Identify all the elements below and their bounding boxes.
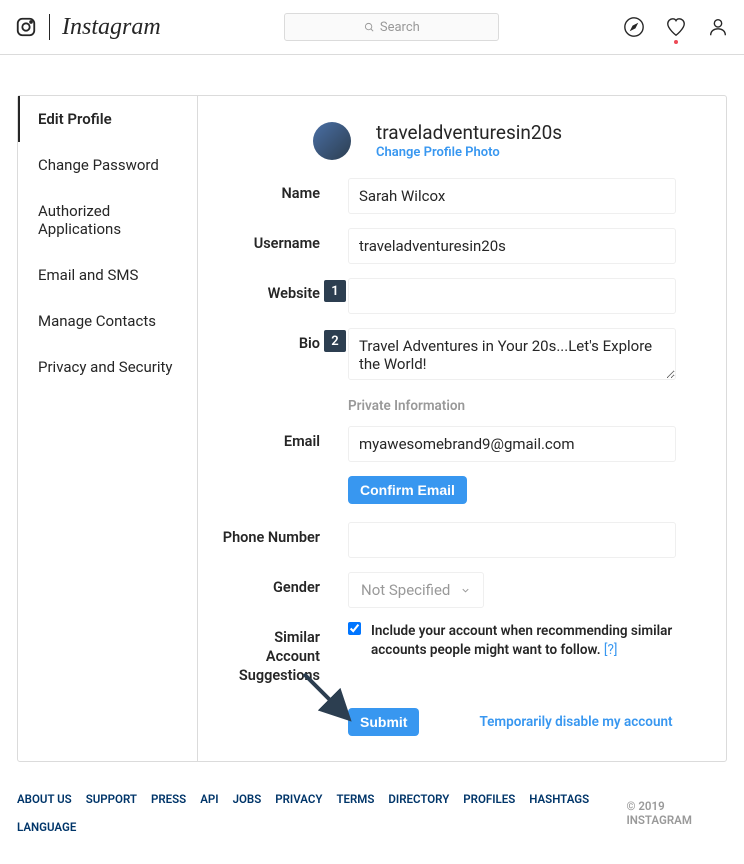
confirm-email-button[interactable]: Confirm Email <box>348 476 467 504</box>
logo-divider <box>49 14 50 40</box>
notification-dot <box>674 40 678 44</box>
activity-heart-icon[interactable] <box>665 16 687 38</box>
annotation-badge-2: 2 <box>324 330 346 352</box>
bio-textarea[interactable]: Travel Adventures in Your 20s...Let's Ex… <box>348 328 676 380</box>
footer-link-hashtags[interactable]: HASHTAGS <box>529 792 589 806</box>
phone-label: Phone Number <box>218 522 348 546</box>
search-wrap: Search <box>284 13 499 41</box>
disable-account-link[interactable]: Temporarily disable my account <box>479 714 672 730</box>
footer-links: ABOUT US SUPPORT PRESS API JOBS PRIVACY … <box>17 792 626 834</box>
footer-link-jobs[interactable]: JOBS <box>233 792 262 806</box>
suggestions-text: Include your account when recommending s… <box>371 622 676 660</box>
footer-link-directory[interactable]: DIRECTORY <box>388 792 449 806</box>
header-left: Instagram <box>15 14 161 41</box>
email-label: Email <box>218 426 348 450</box>
instagram-glyph-icon[interactable] <box>15 16 37 38</box>
instagram-logo-text[interactable]: Instagram <box>62 14 161 41</box>
sidebar-item-manage-contacts[interactable]: Manage Contacts <box>18 298 197 344</box>
top-header: Instagram Search <box>0 0 744 55</box>
footer-link-privacy[interactable]: PRIVACY <box>275 792 322 806</box>
change-photo-link[interactable]: Change Profile Photo <box>376 145 500 160</box>
name-input[interactable] <box>348 178 676 214</box>
submit-button[interactable]: Submit <box>348 708 419 736</box>
chevron-down-icon <box>460 585 471 596</box>
profile-header: traveladventuresin20s Change Profile Pho… <box>313 121 676 160</box>
private-info-heading: Private Information <box>348 398 676 414</box>
profile-icon[interactable] <box>707 16 729 38</box>
username-label: Username <box>218 228 348 252</box>
sidebar-item-privacy-security[interactable]: Privacy and Security <box>18 344 197 390</box>
bio-label: Bio 2 <box>218 328 348 352</box>
footer-link-api[interactable]: API <box>200 792 218 806</box>
settings-content: traveladventuresin20s Change Profile Pho… <box>198 96 726 761</box>
phone-input[interactable] <box>348 522 676 558</box>
footer-link-profiles[interactable]: PROFILES <box>463 792 515 806</box>
footer-link-terms[interactable]: TERMS <box>336 792 374 806</box>
footer-copyright: © 2019 INSTAGRAM <box>626 799 727 827</box>
annotation-badge-1: 1 <box>324 280 346 302</box>
settings-sidebar: Edit Profile Change Password Authorized … <box>18 96 198 761</box>
explore-icon[interactable] <box>623 16 645 38</box>
suggestions-checkbox[interactable] <box>348 622 361 635</box>
sidebar-item-edit-profile[interactable]: Edit Profile <box>18 96 197 142</box>
sidebar-item-authorized-apps[interactable]: Authorized Applications <box>18 188 197 252</box>
search-placeholder: Search <box>380 20 420 35</box>
username-input[interactable] <box>348 228 676 264</box>
footer-link-press[interactable]: PRESS <box>151 792 186 806</box>
gender-select[interactable]: Not Specified <box>348 572 484 608</box>
website-input[interactable] <box>348 278 676 314</box>
sidebar-item-change-password[interactable]: Change Password <box>18 142 197 188</box>
name-label: Name <box>218 178 348 202</box>
avatar[interactable] <box>313 122 351 160</box>
page-footer: ABOUT US SUPPORT PRESS API JOBS PRIVACY … <box>7 792 737 834</box>
website-label: Website 1 <box>218 278 348 302</box>
username-display: traveladventuresin20s <box>376 121 562 144</box>
footer-link-language[interactable]: LANGUAGE <box>17 820 76 834</box>
search-input[interactable]: Search <box>284 13 499 41</box>
footer-link-about[interactable]: ABOUT US <box>17 792 72 806</box>
gender-value: Not Specified <box>361 581 450 599</box>
gender-label: Gender <box>218 572 348 596</box>
suggestions-label: Similar Account Suggestions <box>218 622 348 686</box>
suggestions-help-link[interactable]: [?] <box>604 642 618 658</box>
header-right <box>623 16 729 38</box>
search-icon <box>364 22 375 33</box>
settings-container: Edit Profile Change Password Authorized … <box>17 95 727 762</box>
footer-link-support[interactable]: SUPPORT <box>86 792 137 806</box>
email-input[interactable] <box>348 426 676 462</box>
sidebar-item-email-sms[interactable]: Email and SMS <box>18 252 197 298</box>
